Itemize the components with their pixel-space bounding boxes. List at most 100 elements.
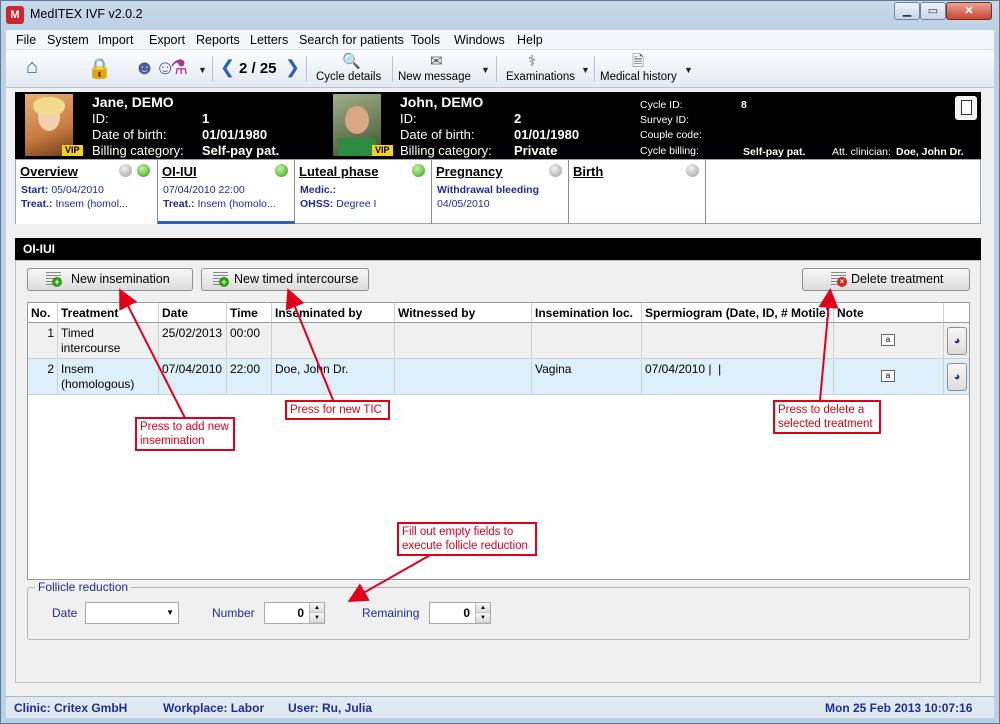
table-row[interactable]: 2 Insem (homologous) 07/04/2010 22:00 Doe… [28, 359, 969, 395]
follicle-date-select[interactable]: ▼ [85, 602, 179, 624]
medical-record-icon: 🗎 [632, 53, 645, 70]
menu-letters[interactable]: Letters [250, 33, 288, 47]
follicle-reduction-legend: Follicle reduction [35, 580, 132, 594]
female-dob-value: 01/01/1980 [202, 127, 268, 142]
menu-system[interactable]: System [47, 33, 89, 47]
status-clinic: Clinic: Critex GmbH [14, 701, 128, 715]
examinations-button[interactable]: ⚕ Examinations [502, 52, 576, 86]
menu-import[interactable]: Import [98, 33, 133, 47]
status-dot-icon [137, 164, 150, 177]
spin-down-icon[interactable]: ▼ [310, 613, 324, 623]
maximize-button[interactable]: ▭ [920, 2, 946, 20]
note-icon[interactable]: a [881, 334, 895, 346]
status-bar: Clinic: Critex GmbH Workplace: Labor Use… [6, 696, 994, 718]
menu-search-for-patients[interactable]: Search for patients [299, 33, 404, 47]
new-timed-intercourse-label: New timed intercourse [234, 272, 359, 286]
column-header-inseminated-by[interactable]: Inseminated by [272, 303, 395, 323]
new-message-button[interactable]: ✉ New message [396, 52, 482, 86]
delete-treatment-label: Delete treatment [851, 272, 944, 286]
female-id-label: ID: [92, 111, 109, 126]
tab-oi-iui[interactable]: OI-IUI 07/04/2010 22:00 Treat.: Insem (h… [158, 160, 295, 224]
spin-up-icon[interactable]: ▲ [310, 603, 324, 613]
pregnancy-date: 04/05/2010 [437, 198, 490, 210]
lock-icon: 🔒 [87, 58, 112, 80]
document-icon [961, 100, 972, 115]
row-details-button[interactable]: ◕ [947, 327, 967, 355]
stethoscope-icon: ⚕ [528, 53, 537, 70]
new-insemination-button[interactable]: + New insemination [27, 268, 193, 291]
spin-down-icon[interactable]: ▼ [476, 613, 490, 623]
column-header-no[interactable]: No. [28, 303, 58, 323]
next-arrow-icon[interactable]: ❯ [285, 56, 300, 78]
column-header-witnessed-by[interactable]: Witnessed by [395, 303, 532, 323]
new-timed-intercourse-button[interactable]: + New timed intercourse [201, 268, 369, 291]
column-header-date[interactable]: Date [159, 303, 227, 323]
spin-up-icon[interactable]: ▲ [476, 603, 490, 613]
chevron-down-icon[interactable]: ▼ [198, 65, 207, 75]
menu-help[interactable]: Help [517, 33, 543, 47]
follicle-remaining-stepper[interactable]: 0 ▲ ▼ [429, 602, 491, 624]
document-button[interactable] [955, 96, 977, 120]
column-header-note[interactable]: Note [834, 303, 944, 323]
male-id-value: 2 [514, 111, 522, 126]
previous-arrow-icon[interactable]: ❮ [220, 56, 235, 78]
luteal-ohss-label: OHSS: [300, 198, 334, 210]
follicle-date-label: Date [52, 606, 78, 620]
cycle-billing-value: Self-pay pat. [743, 146, 806, 158]
menu-reports[interactable]: Reports [196, 33, 240, 47]
column-header-time[interactable]: Time [227, 303, 272, 323]
follicle-number-stepper[interactable]: 0 ▲ ▼ [264, 602, 325, 624]
oi-iui-datetime: 07/04/2010 22:00 [163, 184, 245, 196]
column-header-insemination-loc[interactable]: Insemination loc. [532, 303, 642, 323]
overview-start-label: Start: [21, 184, 49, 196]
minimize-button[interactable]: ▁ [894, 2, 920, 20]
cycle-details-button[interactable]: 🔍 Cycle details [312, 52, 390, 86]
annotation-text: execute follicle reduction [402, 540, 528, 552]
follicle-remaining-label: Remaining [362, 606, 420, 620]
annotation-new-tic: Press for new TIC [285, 400, 390, 420]
chevron-down-icon[interactable]: ▼ [581, 65, 590, 75]
chevron-down-icon[interactable]: ▼ [684, 65, 693, 75]
medical-history-button[interactable]: 🗎 Medical history [598, 52, 682, 86]
menu-export[interactable]: Export [149, 33, 185, 47]
add-list-icon: + [46, 272, 62, 287]
status-dot-icon [549, 164, 562, 177]
tab-birth[interactable]: Birth [569, 160, 706, 224]
menu-file[interactable]: File [16, 33, 36, 47]
male-id-label: ID: [400, 111, 417, 126]
luteal-ohss-value: Degree I [336, 198, 377, 210]
status-datetime: Mon 25 Feb 2013 10:07:16 [825, 701, 973, 715]
male-billing-label: Billing category: [400, 143, 492, 158]
app-logo-icon: M [6, 6, 24, 24]
menu-windows[interactable]: Windows [454, 33, 505, 47]
note-icon[interactable]: a [881, 370, 895, 382]
menu-tools[interactable]: Tools [411, 33, 440, 47]
title-bar: M MedITEX IVF v2.0.2 ▁ ▭ ✕ [0, 0, 1000, 30]
tab-luteal-phase[interactable]: Luteal phase Medic.: OHSS: Degree I [295, 160, 432, 224]
cell-note: a [834, 359, 944, 395]
annotation-text: Fill out empty fields to [402, 526, 514, 538]
menu-bar: File System Import Export Reports Letter… [6, 30, 994, 50]
lock-button[interactable]: 🔒 [80, 52, 114, 86]
column-header-action [944, 303, 969, 323]
delete-treatment-button[interactable]: × Delete treatment [802, 268, 970, 291]
column-header-spermiogram[interactable]: Spermiogram (Date, ID, # Motile) [642, 303, 834, 323]
tab-pregnancy-title: Pregnancy [436, 164, 503, 179]
annotation-text: selected treatment [778, 418, 873, 430]
home-button[interactable]: ⌂ [20, 52, 60, 86]
tab-overview[interactable]: Overview Start: 05/04/2010 Treat.: Insem… [16, 160, 158, 224]
close-button[interactable]: ✕ [946, 2, 992, 20]
column-header-treatment[interactable]: Treatment [58, 303, 159, 323]
cell-witnessed-by [395, 323, 532, 359]
cell-location: Vagina [532, 359, 642, 395]
cell-spermiogram [642, 323, 834, 359]
table-row[interactable]: 1 Timed intercourse 25/02/2013 00:00 a ◕ [28, 323, 969, 359]
cell-inseminated-by [272, 323, 395, 359]
cell-spermiogram: 07/04/2010 | | [642, 359, 834, 395]
chevron-down-icon[interactable]: ▼ [481, 65, 490, 75]
row-details-button[interactable]: ◕ [947, 363, 967, 391]
cell-time: 22:00 [227, 359, 272, 395]
male-dob-label: Date of birth: [400, 127, 475, 142]
patient-search-button[interactable]: ☻☺ ⚗ [130, 52, 194, 86]
tab-pregnancy[interactable]: Pregnancy Withdrawal bleeding 04/05/2010 [432, 160, 569, 224]
